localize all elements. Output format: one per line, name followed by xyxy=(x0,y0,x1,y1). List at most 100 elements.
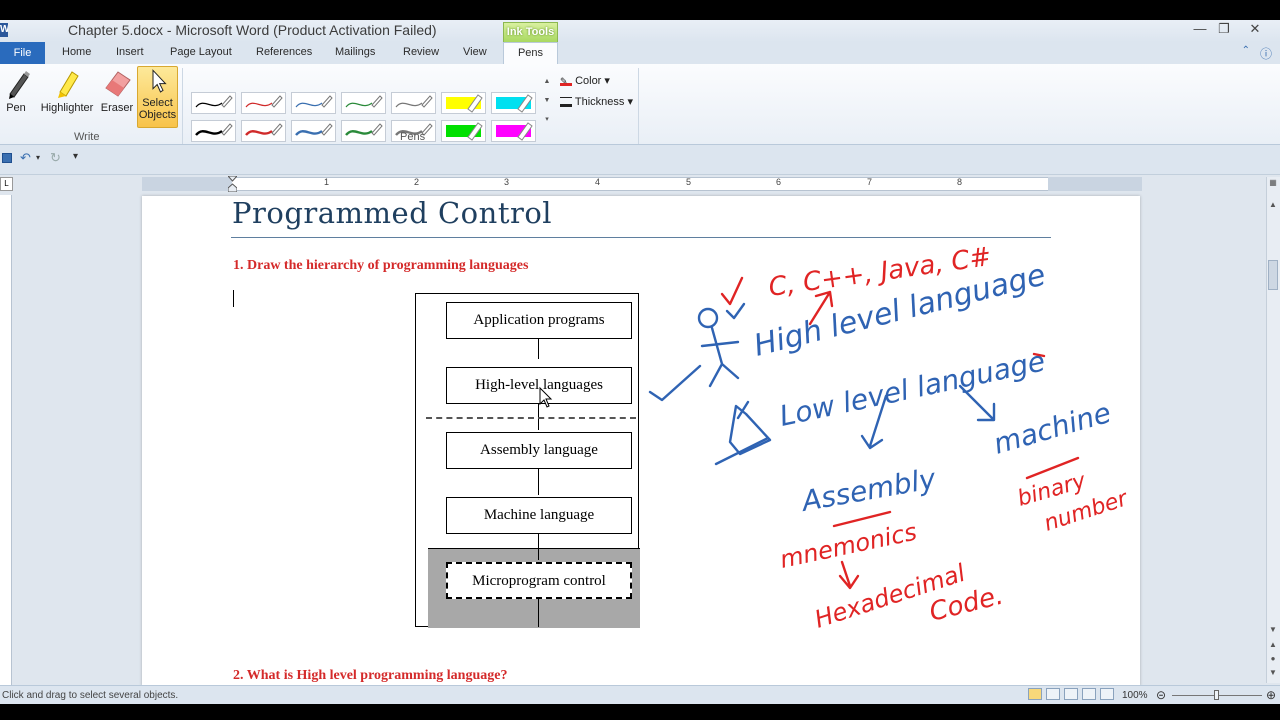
pen-swatch[interactable] xyxy=(441,92,486,114)
ink-stroke xyxy=(700,326,740,388)
tab-insert[interactable]: Insert xyxy=(116,46,144,58)
previous-page-icon[interactable]: ▲ xyxy=(1268,640,1278,649)
zoom-slider-thumb[interactable] xyxy=(1214,690,1219,700)
chevron-up-icon[interactable]: ⌃ xyxy=(1242,45,1250,56)
horizontal-ruler[interactable] xyxy=(142,177,1142,191)
mouse-cursor-icon xyxy=(539,386,553,408)
connector-line xyxy=(538,599,539,627)
redo-icon[interactable]: ↻ xyxy=(50,150,61,166)
document-page[interactable]: Programmed Control 1. Draw the hierarchy… xyxy=(142,196,1140,686)
undo-dropdown-icon[interactable]: ▾ xyxy=(36,153,40,162)
select-objects-label-1: Select xyxy=(142,97,173,109)
tab-file[interactable]: File xyxy=(0,42,45,64)
pen-button[interactable]: Pen xyxy=(2,66,30,128)
vertical-ruler[interactable] xyxy=(0,195,12,685)
word-app-icon[interactable]: W xyxy=(0,23,8,37)
select-objects-button[interactable]: Select Objects xyxy=(137,66,178,128)
customize-qat-icon[interactable]: ▾ xyxy=(73,151,78,162)
ruler-number: 8 xyxy=(957,177,963,187)
pen-swatch[interactable] xyxy=(291,120,336,142)
print-layout-view-icon[interactable] xyxy=(1028,688,1042,700)
ink-stroke xyxy=(838,560,860,590)
tab-view[interactable]: View xyxy=(463,46,487,58)
pen-swatch[interactable] xyxy=(241,120,286,142)
select-browse-object-icon[interactable]: ● xyxy=(1268,654,1278,663)
pen-swatch[interactable] xyxy=(491,120,536,142)
connector-line xyxy=(538,469,539,495)
web-layout-view-icon[interactable] xyxy=(1064,688,1078,700)
help-icon[interactable]: ⓘ xyxy=(1260,45,1272,62)
gallery-scroll[interactable]: ▲ ▼ ▾ xyxy=(541,72,553,132)
outline-view-icon[interactable] xyxy=(1082,688,1096,700)
pen-swatch[interactable] xyxy=(241,92,286,114)
pen-swatch[interactable] xyxy=(191,92,236,114)
hierarchy-diagram[interactable]: Application programs High-level language… xyxy=(415,293,640,628)
color-button[interactable]: ✎ Color ▾ xyxy=(560,74,610,87)
ink-low-level: Low level language xyxy=(777,344,1048,432)
ruler-number: 2 xyxy=(414,177,420,187)
ink-stroke xyxy=(1025,456,1080,480)
status-hint: Click and drag to select several objects… xyxy=(2,690,179,701)
tab-page-layout[interactable]: Page Layout xyxy=(170,46,232,58)
full-screen-reading-view-icon[interactable] xyxy=(1046,688,1060,700)
question-2: 2. What is High level programming langua… xyxy=(233,668,508,683)
ink-binary: binary xyxy=(1015,468,1090,511)
tab-review[interactable]: Review xyxy=(403,46,439,58)
gallery-more-icon[interactable]: ▾ xyxy=(541,110,553,129)
tab-mailings[interactable]: Mailings xyxy=(335,46,375,58)
window-title: Chapter 5.docx - Microsoft Word (Product… xyxy=(68,22,437,38)
highlighter-button[interactable]: Highlighter xyxy=(36,66,98,128)
zoom-in-icon[interactable]: ⊕ xyxy=(1266,688,1276,702)
ruler-toggle-icon[interactable]: ▦ xyxy=(1268,178,1278,187)
eraser-button[interactable]: Eraser xyxy=(100,66,134,128)
ruler-number: 4 xyxy=(595,177,601,187)
group-separator xyxy=(182,68,183,144)
ink-mnemonics: mnemonics xyxy=(777,518,919,574)
tab-home[interactable]: Home xyxy=(62,46,91,58)
ink-stroke xyxy=(1032,352,1046,358)
box-application-programs: Application programs xyxy=(446,302,632,339)
scroll-down-icon[interactable]: ▼ xyxy=(1268,625,1278,634)
heading-underline xyxy=(231,237,1051,238)
group-separator xyxy=(638,68,639,144)
pen-swatch[interactable] xyxy=(341,92,386,114)
pen-swatch[interactable] xyxy=(191,120,236,142)
gallery-down-icon[interactable]: ▼ xyxy=(541,91,553,110)
thickness-label: Thickness xyxy=(574,96,625,108)
pen-swatch[interactable] xyxy=(391,92,436,114)
ink-langs: C, C++, Java, C# xyxy=(767,242,993,303)
ink-stroke xyxy=(697,307,719,329)
vertical-scrollbar[interactable] xyxy=(1266,177,1280,683)
draft-view-icon[interactable] xyxy=(1100,688,1114,700)
pen-swatch[interactable] xyxy=(291,92,336,114)
restore-button[interactable]: ❐ xyxy=(1214,20,1234,40)
pen-swatch[interactable] xyxy=(341,120,386,142)
tab-pens[interactable]: Pens xyxy=(503,42,558,64)
next-page-icon[interactable]: ▼ xyxy=(1268,668,1278,677)
ribbon: Pen Highlighter Eraser Select Objects Wr… xyxy=(0,64,1280,145)
ink-tools-contextual-label: Ink Tools xyxy=(503,22,558,42)
tab-selector-icon[interactable]: L xyxy=(0,177,13,191)
pen-swatch[interactable] xyxy=(491,92,536,114)
gallery-up-icon[interactable]: ▲ xyxy=(541,72,553,91)
tab-references[interactable]: References xyxy=(256,46,312,58)
zoom-level[interactable]: 100% xyxy=(1122,690,1148,701)
minimize-button[interactable]: — xyxy=(1190,20,1210,40)
zoom-out-icon[interactable]: ⊝ xyxy=(1156,688,1166,702)
question-1: 1. Draw the hierarchy of programming lan… xyxy=(233,258,529,273)
ink-stroke xyxy=(720,276,744,306)
scroll-up-icon[interactable]: ▲ xyxy=(1268,200,1278,209)
close-button[interactable]: ✕ xyxy=(1240,20,1270,40)
indent-marker-icon[interactable] xyxy=(226,175,239,193)
pen-color-icon: ✎ xyxy=(560,76,572,87)
thickness-button[interactable]: Thickness ▾ xyxy=(560,95,633,108)
ink-text-group: C, C++, Java, C# High level language Low… xyxy=(750,242,1132,634)
write-group-label: Write xyxy=(74,131,100,143)
ink-number: number xyxy=(1041,486,1132,537)
save-icon[interactable] xyxy=(2,153,12,163)
undo-icon[interactable]: ↶ xyxy=(20,150,31,166)
scroll-thumb[interactable] xyxy=(1268,260,1278,290)
pen-swatch[interactable] xyxy=(441,120,486,142)
eraser-icon xyxy=(105,71,131,97)
highlighter-label: Highlighter xyxy=(40,102,94,114)
